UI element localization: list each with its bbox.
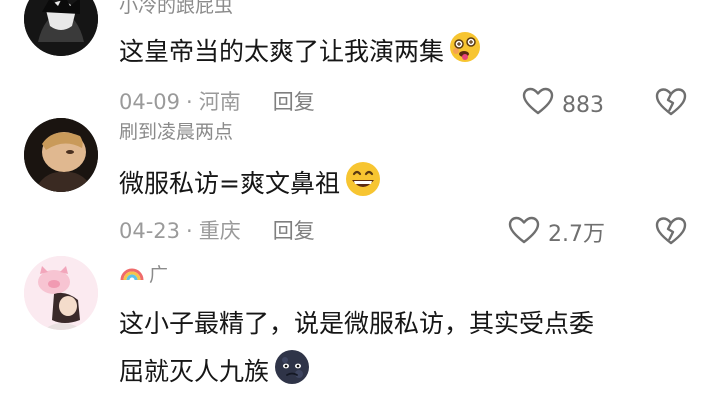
broken-heart-icon[interactable]: [654, 216, 688, 246]
comment-text: 这皇帝当的太爽了让我演两集: [119, 30, 484, 76]
comment-item: 小冷的跟屁虫 这皇帝当的太爽了让我演两集 04-09 · 河南 回复 883: [0, 0, 720, 125]
avatar[interactable]: [24, 0, 98, 56]
comment-text: 屈就灭人九族: [119, 348, 311, 398]
reply-button[interactable]: 回复: [273, 219, 315, 243]
comment-text: 微服私访=爽文鼻祖: [119, 160, 382, 210]
username-text: 广: [149, 263, 169, 286]
username[interactable]: 小冷的跟屁虫: [119, 0, 233, 18]
grinning-face-emoji-icon: [344, 160, 382, 210]
heart-outline-icon: [508, 216, 540, 253]
drunk-face-emoji-icon: [448, 30, 484, 76]
comment-meta: 04-23 · 重庆 回复: [119, 216, 315, 246]
rainbow-emoji-icon: [119, 262, 145, 288]
comment-text-line: 这小子最精了，说是微服私访，其实受点委: [119, 309, 595, 338]
avatar[interactable]: [24, 118, 98, 192]
separator-dot: ·: [186, 219, 193, 243]
comment-date: 04-23: [119, 219, 181, 243]
avatar[interactable]: [24, 256, 98, 330]
comment-text-content: 屈就灭人九族: [119, 357, 270, 386]
like-button[interactable]: 2.7万: [508, 216, 605, 253]
comment-item: 广 这小子最精了，说是微服私访，其实受点委 屈就灭人九族: [0, 250, 720, 405]
username[interactable]: 刷到凌晨两点: [119, 120, 233, 144]
username[interactable]: 广: [119, 262, 168, 288]
comment-location: 重庆: [198, 219, 241, 243]
comment-text-content: 微服私访=爽文鼻祖: [119, 169, 340, 198]
like-count: 2.7万: [548, 221, 605, 247]
comment-text-content: 这皇帝当的太爽了让我演两集: [119, 37, 445, 66]
comment-item: 刷到凌晨两点 微服私访=爽文鼻祖 04-23 · 重庆 回复 2.7万: [0, 110, 720, 250]
dark-moon-face-emoji-icon: [273, 348, 311, 398]
